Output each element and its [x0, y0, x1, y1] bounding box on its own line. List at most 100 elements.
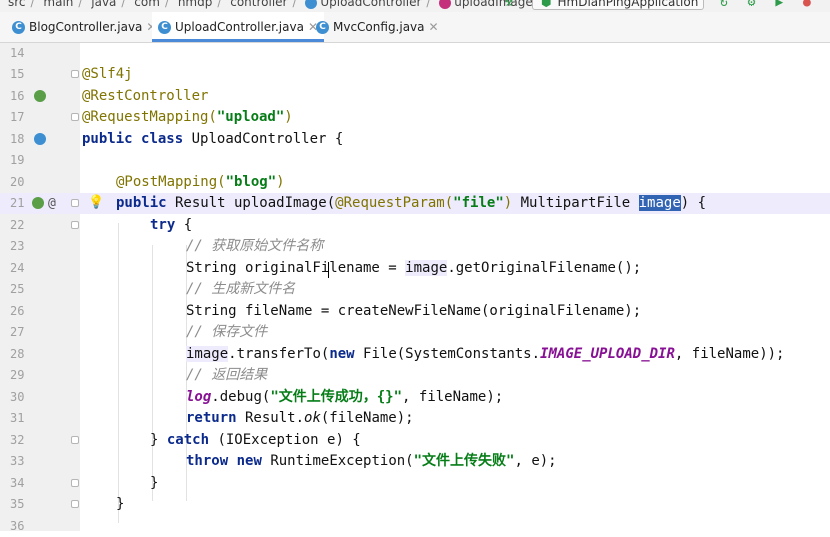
line-number: 35 [10, 497, 25, 511]
fold-icon[interactable] [71, 221, 79, 229]
fold-icon[interactable] [71, 500, 79, 508]
breadcrumb-item[interactable]: java [91, 0, 116, 9]
code-line-current[interactable]: 21 @ 💡 public Result uploadImage(@Reques… [0, 193, 830, 214]
text-caret [328, 262, 329, 278]
class-icon: C [158, 21, 171, 34]
tab-label: UploadController.java [175, 20, 304, 34]
code-line[interactable]: 18 public class UploadController { [0, 129, 830, 150]
run-configuration-label: HmDianPingApplication [557, 0, 699, 9]
code-text: public Result uploadImage(@RequestParam(… [116, 195, 707, 211]
code-line[interactable]: 28 image.transferTo(new File(SystemConst… [0, 344, 830, 365]
code-editor[interactable]: 14 15 @Slf4j 16 @RestController 17 @Requ… [0, 43, 830, 533]
class-icon: C [316, 21, 329, 34]
code-text: @Slf4j [82, 66, 133, 82]
code-line[interactable]: 22 try { [0, 215, 830, 236]
globe-endpoint-icon[interactable] [34, 133, 46, 145]
line-number: 25 [10, 282, 25, 296]
breadcrumb-item[interactable]: controller [230, 0, 287, 9]
lightbulb-icon[interactable]: 💡 [88, 195, 104, 210]
code-line[interactable]: 30 log.debug("文件上传成功，{}", fileName); [0, 387, 830, 408]
navigation-bar: src / main / java / com / hmdp / controller / … [0, 0, 830, 12]
line-number: 18 [10, 132, 25, 146]
line-number: 32 [10, 433, 25, 447]
class-icon: C [12, 21, 25, 34]
line-number: 26 [10, 304, 25, 318]
code-line[interactable]: 19 [0, 150, 830, 171]
code-line[interactable]: 34 } [0, 473, 830, 494]
close-icon[interactable]: ✕ [429, 20, 439, 34]
code-text: @RestController [82, 88, 209, 104]
run-configuration-select[interactable]: ⬢ HmDianPingApplication [532, 0, 704, 10]
at-annotation-icon[interactable]: @ [48, 193, 56, 214]
code-text: String originalFilename = image.getOrigi… [186, 260, 642, 276]
method-icon [439, 0, 452, 9]
profile-icon[interactable]: ● [803, 0, 811, 10]
code-line[interactable]: 32 } catch (IOException e) { [0, 430, 830, 451]
fold-icon[interactable] [71, 479, 79, 487]
editor-tab-bar: C BlogController.java ✕ C UploadController.… [0, 12, 830, 43]
class-icon [305, 0, 318, 9]
code-line[interactable]: 20 @PostMapping("blog") [0, 172, 830, 193]
rerun-icon[interactable]: ↻ [720, 0, 728, 10]
code-line[interactable]: 26 String fileName = createNewFileName(o… [0, 301, 830, 322]
code-line[interactable]: 27 // 保存文件 [0, 322, 830, 343]
line-number: 21 [10, 196, 25, 210]
line-number: 20 [10, 175, 25, 189]
code-line[interactable]: 24 String originalFilename = image.getOr… [0, 258, 830, 279]
code-text: String fileName = createNewFileName(orig… [186, 303, 642, 319]
selected-identifier: image [638, 195, 681, 211]
line-number: 15 [10, 67, 25, 81]
code-line[interactable]: 36 [0, 516, 830, 537]
line-number: 31 [10, 411, 25, 425]
code-comment: // 生成新文件名 [186, 281, 296, 297]
line-number: 30 [10, 390, 25, 404]
code-line[interactable]: 15 @Slf4j [0, 64, 830, 85]
code-line[interactable]: 17 @RequestMapping("upload") [0, 107, 830, 128]
code-line[interactable]: 35 } [0, 494, 830, 515]
code-text: @RequestMapping("upload") [82, 109, 293, 125]
line-number: 28 [10, 347, 25, 361]
code-line[interactable]: 14 [0, 43, 830, 64]
line-number: 27 [10, 325, 25, 339]
code-line[interactable]: 29 // 返回结果 [0, 365, 830, 386]
code-comment: // 保存文件 [186, 324, 268, 340]
code-line[interactable]: 31 return Result.ok(fileName); [0, 408, 830, 429]
fold-icon[interactable] [71, 70, 79, 78]
coverage-icon[interactable]: ▶ [775, 0, 783, 10]
code-line[interactable]: 25 // 生成新文件名 [0, 279, 830, 300]
fold-icon[interactable] [71, 113, 79, 121]
spring-bean-icon[interactable] [34, 90, 46, 102]
tab-upload-controller[interactable]: C UploadController.java ✕ [152, 12, 324, 42]
code-line[interactable]: 33 throw new RuntimeException("文件上传失败", … [0, 451, 830, 472]
breadcrumb-item[interactable]: com [134, 0, 160, 9]
code-text: return Result.ok(fileName); [186, 410, 414, 426]
debug-icon[interactable]: ⚙ [748, 0, 756, 10]
line-number: 34 [10, 476, 25, 490]
fold-icon[interactable] [71, 199, 79, 207]
code-text: public class UploadController { [82, 131, 344, 147]
code-text: try { [150, 217, 193, 233]
code-text: image.transferTo(new File(SystemConstant… [186, 346, 785, 362]
breadcrumb-item[interactable]: src [8, 0, 26, 9]
spring-bean-icon[interactable] [32, 197, 44, 209]
code-comment: // 获取原始文件名称 [186, 238, 324, 254]
tab-blog-controller[interactable]: CBlogController.java✕ [12, 12, 156, 42]
line-number: 14 [10, 46, 25, 60]
line-number: 19 [10, 153, 25, 167]
build-hammer-icon[interactable]: ⚒ [505, 0, 513, 10]
code-line[interactable]: 23 // 获取原始文件名称 [0, 236, 830, 257]
code-text: } [116, 496, 125, 512]
tab-mvc-config[interactable]: C MvcConfig.java ✕ [316, 12, 439, 42]
line-number: 22 [10, 218, 25, 232]
fold-icon[interactable] [71, 436, 79, 444]
code-text: log.debug("文件上传成功，{}", fileName); [186, 389, 504, 405]
breadcrumb-item[interactable]: main [43, 0, 73, 9]
breadcrumb-item[interactable]: uploadImage [454, 0, 532, 9]
code-line[interactable]: 16 @RestController [0, 86, 830, 107]
line-number: 24 [10, 261, 25, 275]
code-text: @PostMapping("blog") [116, 174, 285, 190]
breadcrumb-item[interactable]: UploadController [320, 0, 421, 9]
breadcrumb-item[interactable]: hmdp [178, 0, 213, 9]
breadcrumb: src / main / java / com / hmdp / controller / … [8, 0, 533, 9]
line-number: 23 [10, 239, 25, 253]
